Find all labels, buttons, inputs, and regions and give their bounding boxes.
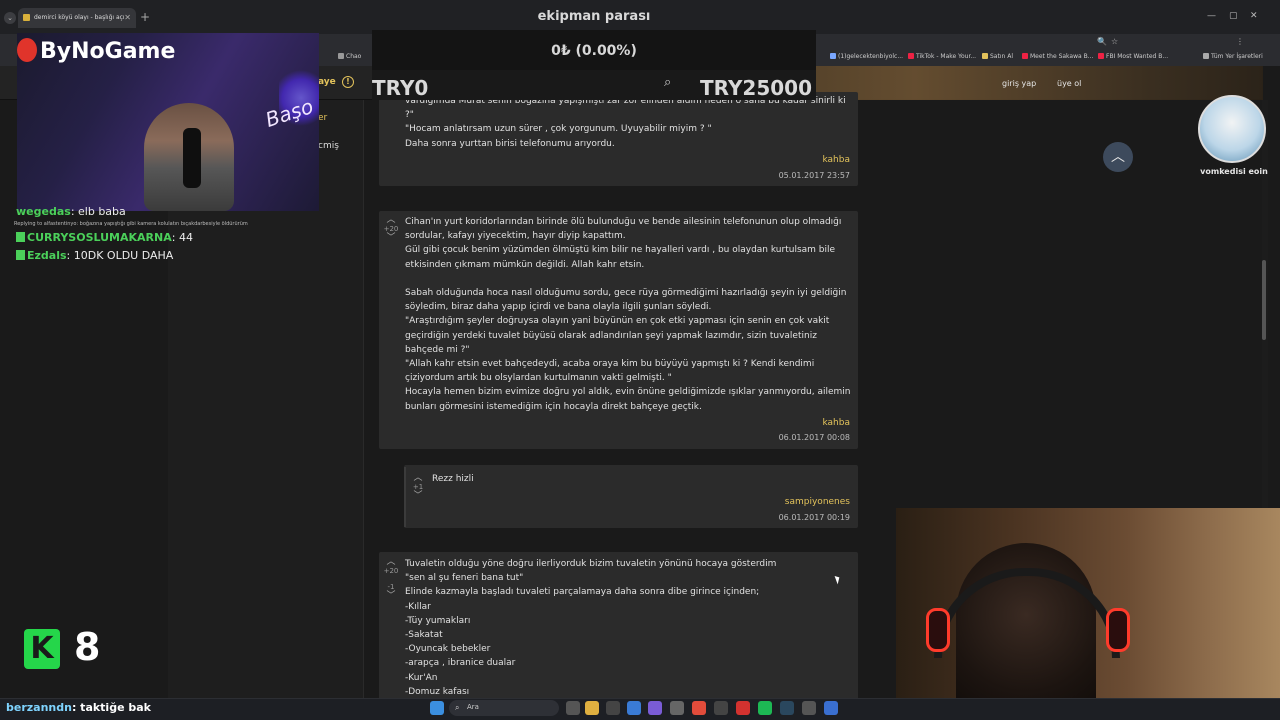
webcam-guest bbox=[896, 508, 1280, 720]
maximize-icon[interactable]: ▢ bbox=[1229, 11, 1238, 21]
kick-badge-icon bbox=[16, 250, 25, 260]
zoom-icon[interactable]: 🔍 bbox=[1097, 37, 1107, 46]
vote-down-count: -1 bbox=[387, 583, 395, 591]
app-icon[interactable] bbox=[648, 701, 662, 715]
downvote-icon[interactable]: ﹀ bbox=[407, 491, 429, 501]
entry-timestamp[interactable]: 06.01.2017 00:19 bbox=[700, 513, 850, 522]
upvote-icon[interactable]: ︿ bbox=[407, 473, 429, 483]
kick-logo-icon: K bbox=[24, 629, 60, 669]
viewer-count: 8 bbox=[74, 625, 101, 669]
entry-timestamp[interactable]: 05.01.2017 23:57 bbox=[700, 171, 850, 180]
windows-start-icon[interactable] bbox=[430, 701, 444, 715]
entry-text: vardığımda Murat senin boğazına yapışmış… bbox=[405, 96, 846, 149]
taskview-icon[interactable] bbox=[566, 701, 580, 715]
vote-widget: ︿ +1 ﹀ bbox=[407, 473, 429, 501]
chat-message: Ezdals: 10DK OLDU DAHA bbox=[16, 249, 173, 262]
bookmark-item[interactable]: Chao bbox=[338, 53, 361, 60]
search-icon[interactable]: ⌕ bbox=[664, 75, 671, 90]
app-icon[interactable] bbox=[670, 701, 684, 715]
sidebar-item-active[interactable]: er bbox=[318, 113, 327, 123]
chrome-icon[interactable] bbox=[692, 701, 706, 715]
vote-count: +20 bbox=[383, 567, 399, 575]
app-icon[interactable] bbox=[627, 701, 641, 715]
microphone-icon bbox=[183, 128, 201, 188]
entry-author[interactable]: kahba bbox=[700, 418, 850, 428]
close-window-icon[interactable]: ✕ bbox=[1250, 11, 1258, 21]
donation-max: TRY25000 bbox=[700, 76, 813, 100]
alert-icon[interactable]: ! bbox=[342, 76, 354, 88]
donation-min: TRY0 bbox=[372, 76, 429, 100]
extensions-icon[interactable]: ⋮ bbox=[1236, 37, 1244, 46]
donation-amount: 0₺ (0.00%) bbox=[551, 43, 637, 59]
reply-thread-line bbox=[404, 467, 406, 527]
app-icon[interactable] bbox=[714, 701, 728, 715]
chat-ticker: berzanndn: taktiğe bak bbox=[6, 701, 151, 714]
site-logo[interactable]: aye bbox=[318, 77, 336, 87]
upvote-icon[interactable]: ︿ bbox=[380, 557, 402, 567]
settings-icon[interactable] bbox=[606, 701, 620, 715]
bynogame-logo: ByNoGame bbox=[17, 38, 175, 74]
browser-tab[interactable]: demirci köyü olayı - başlığı açı ✕ bbox=[18, 8, 136, 28]
search-icon: ⌕ bbox=[455, 703, 460, 712]
downvote-icon[interactable]: ﹀ bbox=[380, 591, 402, 601]
tab-favicon-icon bbox=[23, 14, 30, 21]
kick-badge-icon bbox=[16, 232, 25, 242]
chat-message: wegedas: elb baba bbox=[16, 205, 126, 218]
headset-earcup bbox=[1106, 608, 1130, 652]
cat-avatar bbox=[1198, 95, 1266, 163]
sidebar-item[interactable]: cmiş bbox=[318, 141, 339, 151]
spotify-icon[interactable] bbox=[758, 701, 772, 715]
login-link[interactable]: giriş yap bbox=[1002, 79, 1036, 88]
bookmark-item[interactable]: (1)gelecektenbiyolc... bbox=[830, 53, 903, 60]
bookmark-item[interactable]: TikTok - Make Your... bbox=[908, 53, 976, 60]
chat-reply-context: Replying to alfastentinyo: boğazına yapı… bbox=[14, 221, 248, 227]
entry-text: Cihan'ın yurt koridorlarından birinde öl… bbox=[405, 217, 851, 412]
all-bookmarks[interactable]: Tüm Yer İşaretleri bbox=[1203, 53, 1263, 60]
vote-count: +1 bbox=[412, 483, 424, 491]
screen: ⌄ demirci köyü olayı - başlığı açı ✕ + —… bbox=[0, 0, 1280, 720]
app-icon[interactable] bbox=[802, 701, 816, 715]
entry-author[interactable]: sampiyonenes bbox=[700, 497, 850, 507]
headset-icon bbox=[934, 568, 1120, 658]
tab-menu-chevron-icon[interactable]: ⌄ bbox=[4, 12, 16, 24]
chat-message: CURRYSOSLUMAKARNA: 44 bbox=[16, 231, 193, 244]
entry-text: Tuvaletin olduğu yöne doğru ilerliyorduk… bbox=[405, 559, 777, 697]
vote-widget: ︿ +20 -1 ﹀ bbox=[380, 557, 402, 601]
donation-goal-title: ekipman parası bbox=[537, 9, 651, 24]
steam-icon[interactable] bbox=[780, 701, 794, 715]
scrollbar-thumb[interactable] bbox=[1262, 260, 1266, 340]
avatar-name: vomkedisi eoin bbox=[1200, 167, 1268, 176]
minimize-icon[interactable]: — bbox=[1207, 11, 1216, 21]
close-icon[interactable]: ✕ bbox=[124, 13, 131, 22]
upvote-icon[interactable]: ︿ bbox=[380, 215, 402, 225]
new-tab-plus-icon[interactable]: + bbox=[140, 10, 150, 24]
taskbar-search[interactable]: Ara bbox=[449, 700, 559, 716]
entry-text: Rezz hizli bbox=[432, 474, 474, 484]
scroll-to-top-icon[interactable]: ︿ bbox=[1103, 142, 1133, 172]
file-explorer-icon[interactable] bbox=[585, 701, 599, 715]
vote-widget: ︿ +20 ﹀ bbox=[380, 215, 402, 243]
vote-count: +20 bbox=[383, 225, 399, 233]
bynogame-logo-icon bbox=[17, 38, 37, 62]
headset-earcup bbox=[926, 608, 950, 652]
star-icon[interactable]: ☆ bbox=[1111, 37, 1118, 46]
signup-link[interactable]: üye ol bbox=[1057, 79, 1081, 88]
app-icon[interactable] bbox=[736, 701, 750, 715]
entry-timestamp[interactable]: 06.01.2017 00:08 bbox=[700, 433, 850, 442]
bookmark-item[interactable]: FBI Most Wanted B... bbox=[1098, 53, 1168, 60]
app-icon[interactable] bbox=[824, 701, 838, 715]
bookmark-item[interactable]: Satın Al bbox=[982, 53, 1013, 60]
downvote-icon[interactable]: ﹀ bbox=[380, 233, 402, 243]
tab-title: demirci köyü olayı - başlığı açı bbox=[34, 14, 125, 21]
entry-author[interactable]: kahba bbox=[700, 155, 850, 165]
bookmark-item[interactable]: Meet the Sakawa B... bbox=[1022, 53, 1093, 60]
